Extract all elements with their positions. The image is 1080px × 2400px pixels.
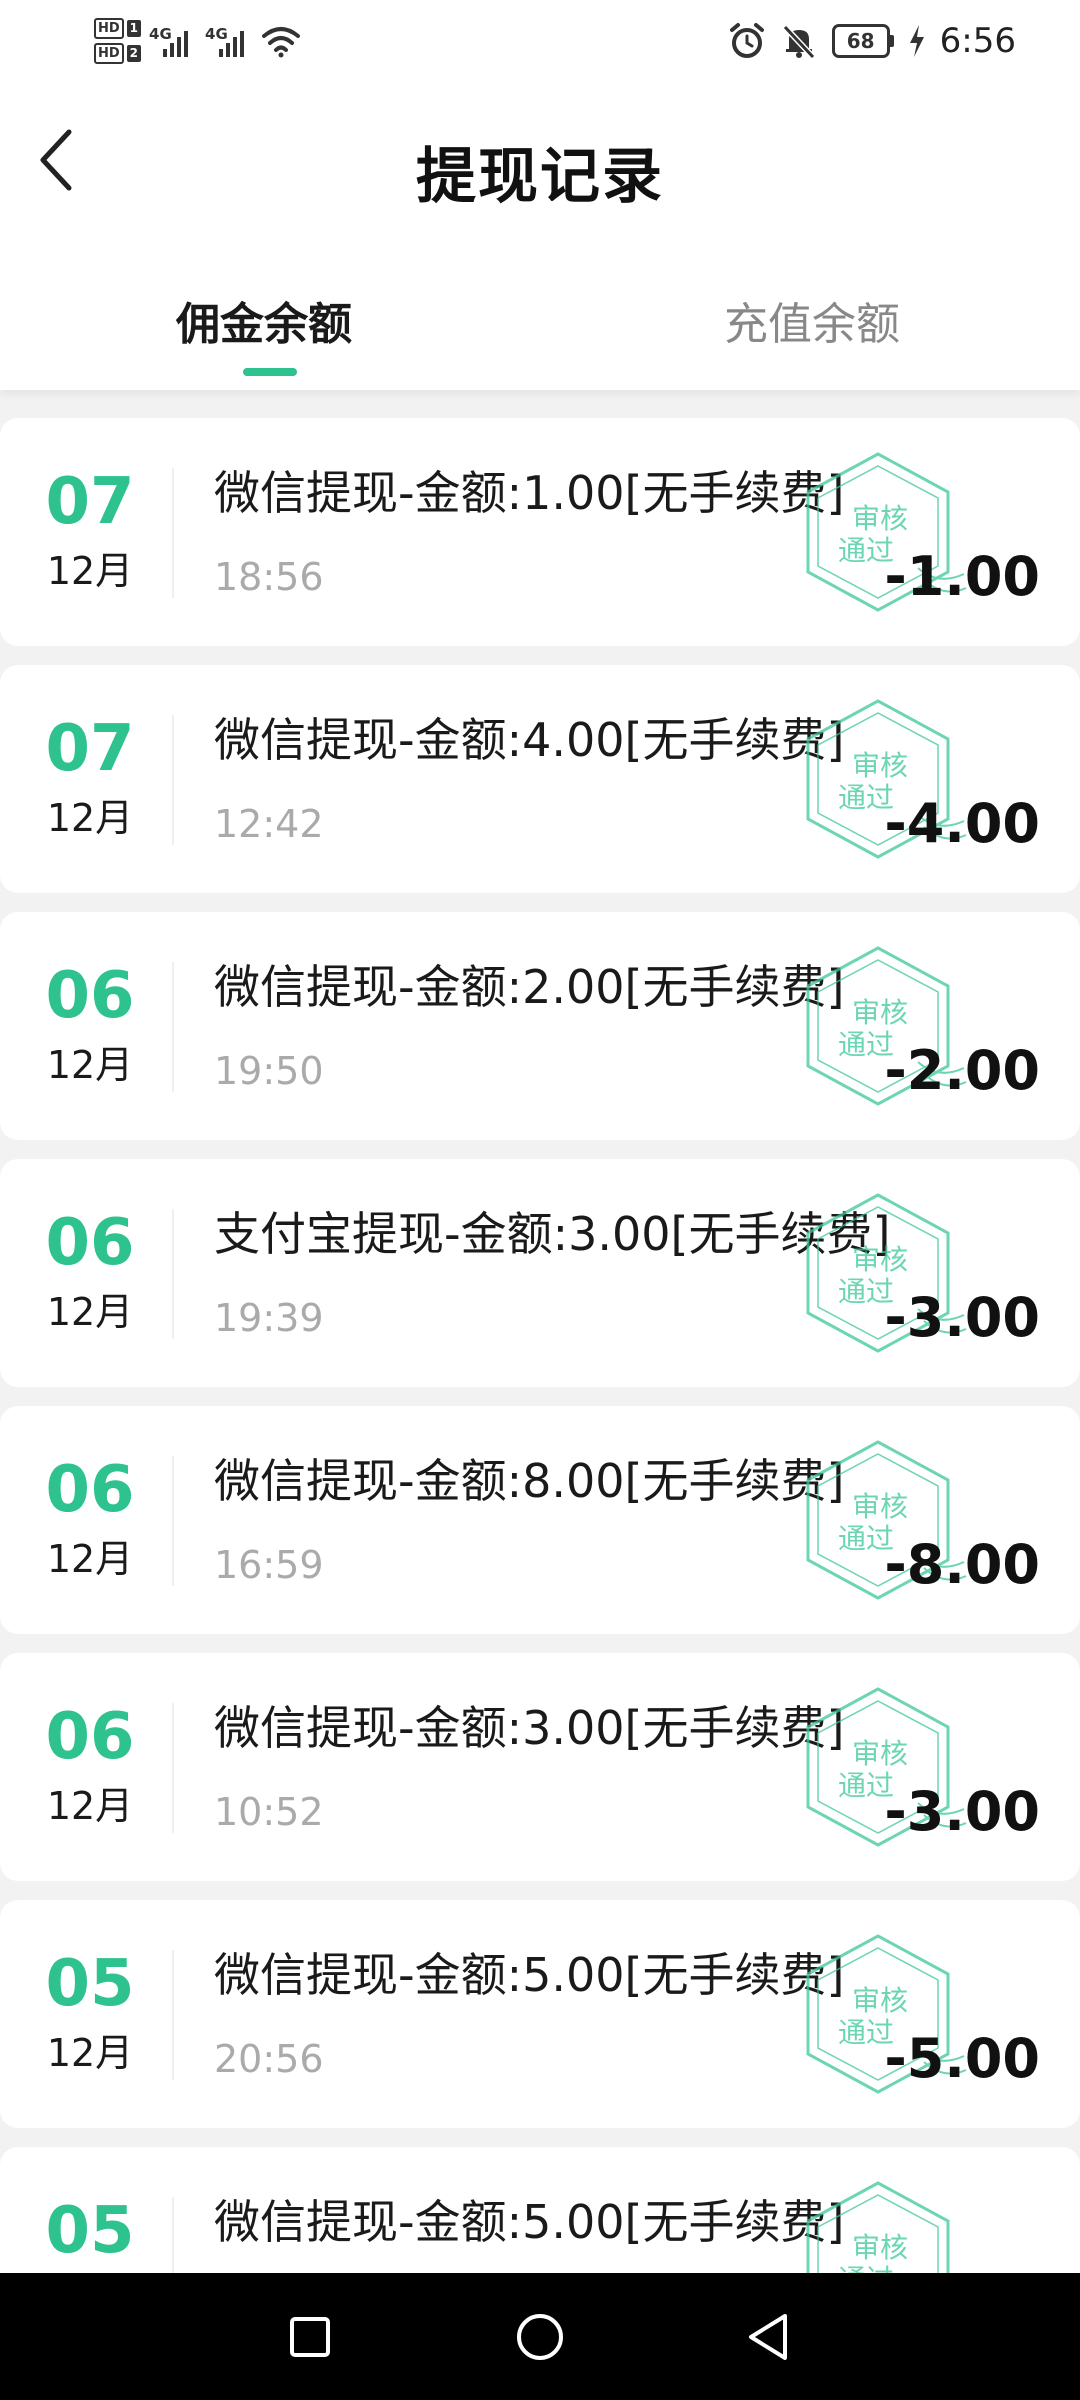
record-amount: -8.00 <box>884 1533 1040 1596</box>
sim1-hd: HD <box>94 18 124 39</box>
record-day: 06 <box>45 1700 135 1774</box>
circle-icon <box>517 2314 563 2360</box>
alarm-icon <box>729 23 764 58</box>
signal-2-icon: 4G <box>205 21 253 61</box>
record-description: 微信提现-金额:8.00[无手续费] <box>214 1454 845 1508</box>
page-title: 提现记录 <box>416 142 664 212</box>
record-amount: -4.00 <box>884 792 1040 855</box>
record-day: 05 <box>45 2194 135 2268</box>
stamp-text-line1: 审核 <box>852 1490 908 1523</box>
sim1-badge: HD 1 <box>94 18 142 39</box>
record-divider <box>172 1456 174 1586</box>
header: 提现记录 <box>0 80 1080 250</box>
record-day: 06 <box>45 959 135 1033</box>
record-description: 微信提现-金额:5.00[无手续费] <box>214 1948 845 2002</box>
record-month: 12月 <box>46 1043 134 1087</box>
sim2-hd: HD <box>94 43 124 64</box>
stamp-text-line1: 审核 <box>852 1737 908 1770</box>
stamp-text-line2: 通过 <box>838 2263 894 2273</box>
record-month: 12月 <box>46 549 134 593</box>
sim-indicators: HD 1 HD 2 <box>94 18 142 64</box>
record-time: 19:50 <box>214 1049 324 1093</box>
wifi-icon <box>262 27 301 58</box>
record-time: 18:56 <box>214 555 324 599</box>
record-divider <box>172 962 174 1092</box>
triangle-left-icon <box>749 2314 787 2360</box>
sim2-badge: HD 2 <box>94 43 142 64</box>
record-item[interactable]: 06 12月 微信提现-金额:3.00[无手续费] 10:52 审核 通过 -3… <box>0 1653 1080 1881</box>
system-nav-bar <box>0 2273 1080 2400</box>
stamp-text-line1: 审核 <box>852 749 908 782</box>
record-month: 12月 <box>46 796 134 840</box>
record-divider <box>172 2197 174 2273</box>
record-description: 微信提现-金额:1.00[无手续费] <box>214 466 845 520</box>
mute-bell-icon <box>782 24 815 60</box>
record-item[interactable]: 07 12月 微信提现-金额:4.00[无手续费] 12:42 审核 通过 -4… <box>0 665 1080 893</box>
record-time: 12:42 <box>214 802 324 846</box>
record-divider <box>172 1950 174 2080</box>
sim2-num: 2 <box>126 45 142 62</box>
tab-commission-balance[interactable]: 佣金余额 <box>176 288 352 352</box>
approved-stamp-icon: 审核 通过 <box>806 2181 950 2273</box>
record-time: 16:59 <box>214 1543 324 1587</box>
active-tab-indicator <box>243 368 297 376</box>
record-amount: -5.00 <box>884 2027 1040 2090</box>
stamp-text-line1: 审核 <box>852 996 908 1029</box>
stamp-text-line1: 审核 <box>852 1984 908 2017</box>
signal-1-icon: 4G <box>149 21 197 61</box>
balance-tabs: 佣金余额 充值余额 <box>0 250 1080 390</box>
tab-recharge-balance[interactable]: 充值余额 <box>724 288 900 352</box>
record-time: 20:56 <box>214 2037 324 2081</box>
record-item[interactable]: 06 12月 微信提现-金额:2.00[无手续费] 19:50 审核 通过 -2… <box>0 912 1080 1140</box>
record-item[interactable]: 06 12月 支付宝提现-金额:3.00[无手续费] 19:39 审核 通过 -… <box>0 1159 1080 1387</box>
record-day: 05 <box>45 1947 135 2021</box>
stamp-text-line1: 审核 <box>852 2231 908 2264</box>
charging-icon <box>909 25 924 57</box>
recent-apps-button[interactable] <box>272 2299 348 2375</box>
record-description: 微信提现-金额:3.00[无手续费] <box>214 1701 845 1755</box>
record-item[interactable]: 05 12月 微信提现-金额:5.00[无手续费] 20:56 审核 通过 -5… <box>0 1900 1080 2128</box>
record-amount: -1.00 <box>884 545 1040 608</box>
status-bar: HD 1 HD 2 4G 4G 68 6:56 <box>0 0 1080 80</box>
stamp-text-line1: 审核 <box>852 1243 908 1276</box>
withdrawal-record-list[interactable]: 07 12月 微信提现-金额:1.00[无手续费] 18:56 审核 通过 -1… <box>0 418 1080 2273</box>
record-item[interactable]: 07 12月 微信提现-金额:1.00[无手续费] 18:56 审核 通过 -1… <box>0 418 1080 646</box>
battery-icon: 68 <box>831 24 894 58</box>
record-divider <box>172 1209 174 1339</box>
record-description: 微信提现-金额:4.00[无手续费] <box>214 713 845 767</box>
record-month: 12月 <box>46 2031 134 2075</box>
record-amount: -3.00 <box>884 1780 1040 1843</box>
record-divider <box>172 1703 174 1833</box>
battery-level: 68 <box>831 24 890 58</box>
home-button[interactable] <box>502 2299 578 2375</box>
stamp-text-line1: 审核 <box>852 502 908 535</box>
record-item[interactable]: 05 微信提现-金额:5.00[无手续费] 审核 通过 <box>0 2147 1080 2273</box>
record-day: 07 <box>45 712 135 786</box>
nav-back-button[interactable] <box>730 2299 806 2375</box>
record-description: 微信提现-金额:5.00[无手续费] <box>214 2195 845 2249</box>
status-right: 68 6:56 <box>728 12 1016 70</box>
record-divider <box>172 468 174 598</box>
sim1-num: 1 <box>126 20 142 37</box>
record-time: 10:52 <box>214 1790 324 1834</box>
record-amount: -2.00 <box>884 1039 1040 1102</box>
record-month: 12月 <box>46 1537 134 1581</box>
record-amount: -3.00 <box>884 1286 1040 1349</box>
record-time: 19:39 <box>214 1296 324 1340</box>
status-left: HD 1 HD 2 4G 4G <box>94 12 301 70</box>
status-time: 6:56 <box>939 21 1016 61</box>
record-item[interactable]: 06 12月 微信提现-金额:8.00[无手续费] 16:59 审核 通过 -8… <box>0 1406 1080 1634</box>
record-description: 微信提现-金额:2.00[无手续费] <box>214 960 845 1014</box>
record-divider <box>172 715 174 845</box>
record-month: 12月 <box>46 1784 134 1828</box>
square-icon <box>290 2317 330 2357</box>
record-day: 07 <box>45 465 135 539</box>
record-day: 06 <box>45 1453 135 1527</box>
record-day: 06 <box>45 1206 135 1280</box>
record-month: 12月 <box>46 1290 134 1334</box>
